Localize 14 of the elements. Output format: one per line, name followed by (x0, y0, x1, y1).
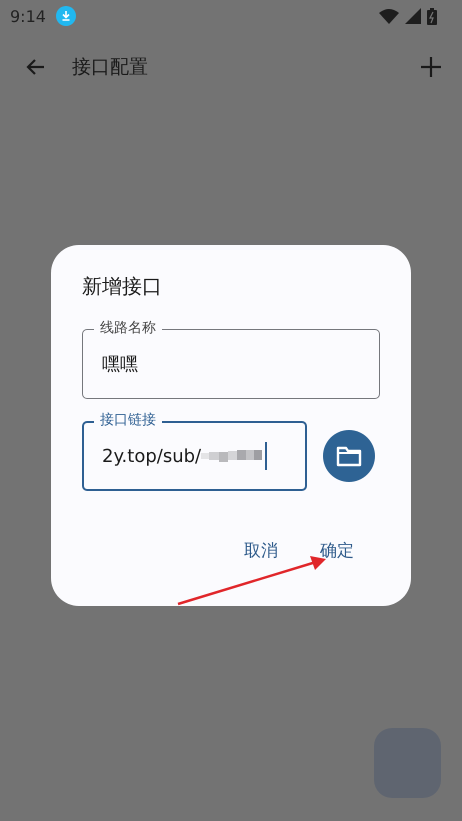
page-title: 接口配置 (72, 55, 148, 80)
folder-button[interactable] (323, 430, 375, 482)
signal-icon (405, 8, 421, 24)
dialog-button[interactable]: 确定 (316, 533, 358, 568)
add-icon[interactable] (420, 56, 442, 78)
folder-icon (336, 445, 362, 467)
dialog-button[interactable]: 取消 (240, 533, 282, 568)
dialog-title: 新增接口 (82, 273, 163, 300)
input-field[interactable]: 接口链接 2y.top/sub/ (82, 410, 307, 491)
wifi-icon (379, 8, 399, 24)
download-icon (56, 6, 76, 26)
status-time: 9:14 (10, 6, 46, 26)
battery-icon (427, 8, 437, 24)
input-field[interactable]: 线路名称 嘿嘿 (82, 318, 380, 399)
